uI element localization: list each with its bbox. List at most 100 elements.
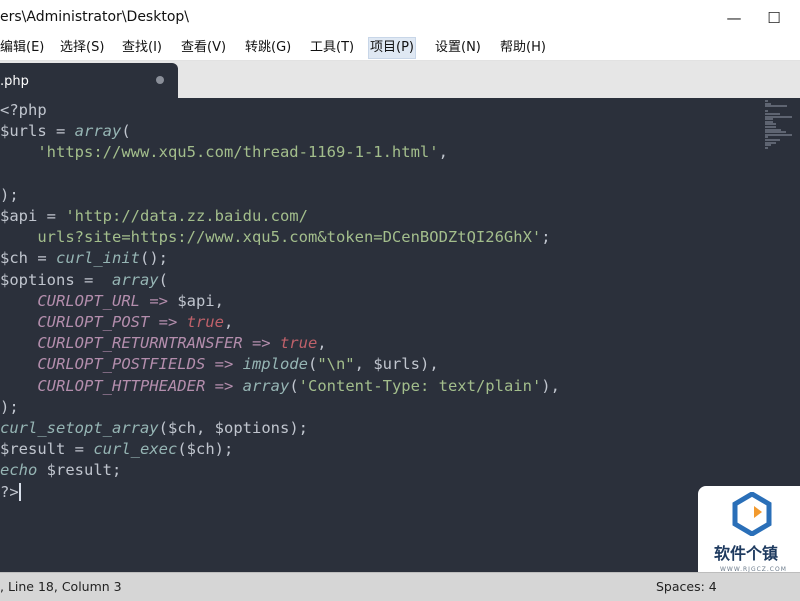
- minimap-line: [765, 105, 787, 108]
- file-tab-label: .php: [0, 74, 29, 89]
- code-token: (: [158, 270, 168, 289]
- menu-edit[interactable]: 编辑(E): [0, 39, 44, 57]
- menu-tools[interactable]: 工具(T): [310, 39, 354, 57]
- code-token: $urls: [373, 355, 420, 374]
- code-line[interactable]: $result = curl_exec($ch);: [0, 439, 233, 460]
- text-cursor: [18, 483, 21, 502]
- code-line[interactable]: $urls = array(: [0, 121, 131, 142]
- code-token: (: [307, 355, 318, 374]
- code-line[interactable]: CURLOPT_HTTPHEADER => array('Content-Typ…: [0, 376, 560, 397]
- code-token: (: [158, 419, 168, 437]
- maximize-icon[interactable]: ☐: [762, 7, 786, 29]
- code-token: <?php: [0, 101, 47, 119]
- code-line[interactable]: echo $result;: [0, 460, 121, 481]
- code-line[interactable]: );: [0, 185, 19, 206]
- code-token: $options: [0, 270, 75, 289]
- menu-project[interactable]: 项目(P): [368, 37, 416, 59]
- code-token: true: [186, 313, 224, 331]
- code-line[interactable]: urls?site=https://www.xqu5.com&token=DCe…: [0, 227, 551, 248]
- code-token: );: [214, 440, 234, 459]
- code-token: $result: [0, 440, 66, 459]
- code-token: echo: [0, 461, 38, 480]
- code-token: (: [177, 440, 187, 459]
- code-editor[interactable]: <?php $urls = array( 'https://www.xqu5.co…: [0, 98, 760, 572]
- code-token: ();: [140, 249, 168, 268]
- code-token: $ch: [186, 440, 215, 459]
- code-line[interactable]: <?php: [0, 100, 47, 121]
- code-token: ;: [541, 228, 551, 247]
- code-token: ,: [195, 419, 215, 437]
- code-token: ,: [223, 313, 234, 331]
- file-tab[interactable]: .php: [0, 63, 178, 98]
- code-line[interactable]: );: [0, 397, 19, 418]
- code-token: array: [74, 122, 122, 141]
- code-token: $api: [0, 207, 38, 225]
- code-line[interactable]: $options = array(: [0, 270, 168, 291]
- menu-help[interactable]: 帮助(H): [500, 39, 546, 57]
- code-token: ,: [438, 143, 448, 162]
- menu-view[interactable]: 查看(V): [181, 39, 226, 57]
- code-line[interactable]: ?>: [0, 482, 21, 503]
- code-token: urls?site=https://www.xqu5.com&token=DCe…: [0, 228, 542, 247]
- watermark-logo: 软件个镇 WWW.RJGCZ.COM: [698, 486, 800, 580]
- code-token: );: [0, 397, 19, 416]
- code-token: $options: [214, 419, 290, 437]
- code-token: 'Content-Type: text/plain': [298, 376, 542, 395]
- menu-bar: 编辑(E) 选择(S) 查找(I) 查看(V) 转跳(G) 工具(T) 项目(P…: [0, 36, 800, 61]
- code-token: curl_exec: [93, 440, 178, 459]
- code-token: array: [111, 270, 159, 289]
- code-line[interactable]: CURLOPT_URL => $api,: [0, 291, 224, 312]
- code-token: CURLOPT_POST: [37, 313, 150, 331]
- code-token: =: [37, 207, 66, 225]
- code-token: $ch: [0, 249, 28, 268]
- code-token: curl_init: [56, 249, 140, 268]
- minimap[interactable]: [762, 98, 800, 158]
- menu-find[interactable]: 查找(I): [122, 39, 162, 57]
- code-token: =: [74, 270, 112, 289]
- code-token: 'https://www.xqu5.com/thread-1169-1-1.ht…: [37, 143, 439, 162]
- code-token: "\n": [317, 355, 355, 374]
- cursor-position: , Line 18, Column 3: [0, 579, 122, 594]
- minimize-icon[interactable]: —: [722, 7, 746, 29]
- code-line[interactable]: $ch = curl_init();: [0, 248, 168, 269]
- code-token: true: [279, 334, 318, 353]
- indentation-setting[interactable]: Spaces: 4: [656, 579, 717, 594]
- watermark-text: 软件个镇: [714, 544, 779, 563]
- code-token: ),: [419, 355, 439, 374]
- code-token: =>: [149, 313, 187, 331]
- logo-icon: [732, 492, 772, 536]
- code-token: $urls: [0, 122, 47, 141]
- code-token: ?>: [0, 482, 19, 501]
- code-token: $ch: [167, 419, 196, 437]
- code-token: =>: [242, 334, 280, 353]
- code-token: implode: [242, 355, 308, 374]
- code-token: 'http://data.zz.baidu.com/: [65, 207, 308, 225]
- menu-selection[interactable]: 选择(S): [60, 39, 104, 57]
- code-token: =: [28, 249, 56, 268]
- code-line[interactable]: CURLOPT_RETURNTRANSFER => true,: [0, 333, 327, 354]
- code-token: CURLOPT_URL: [37, 291, 140, 310]
- code-token: CURLOPT_HTTPHEADER: [37, 376, 206, 395]
- code-line[interactable]: $api = 'http://data.zz.baidu.com/: [0, 206, 308, 227]
- code-line[interactable]: curl_setopt_array($ch, $options);: [0, 418, 308, 439]
- minimap-line: [765, 146, 768, 149]
- code-line[interactable]: 'https://www.xqu5.com/thread-1169-1-1.ht…: [0, 142, 448, 163]
- code-token: ,: [317, 334, 327, 353]
- code-token: (: [121, 122, 131, 141]
- window-title: ers\Administrator\Desktop\: [0, 9, 189, 25]
- unsaved-dot-icon[interactable]: [156, 76, 164, 84]
- code-line[interactable]: CURLOPT_POST => true,: [0, 312, 233, 333]
- code-token: CURLOPT_POSTFIELDS: [37, 355, 206, 374]
- menu-goto[interactable]: 转跳(G): [245, 39, 291, 57]
- code-token: ,: [214, 291, 224, 310]
- menu-preferences[interactable]: 设置(N): [435, 39, 481, 57]
- code-token: =: [65, 440, 94, 459]
- code-token: (: [289, 376, 299, 395]
- code-line[interactable]: CURLOPT_POSTFIELDS => implode("\n", $url…: [0, 354, 439, 375]
